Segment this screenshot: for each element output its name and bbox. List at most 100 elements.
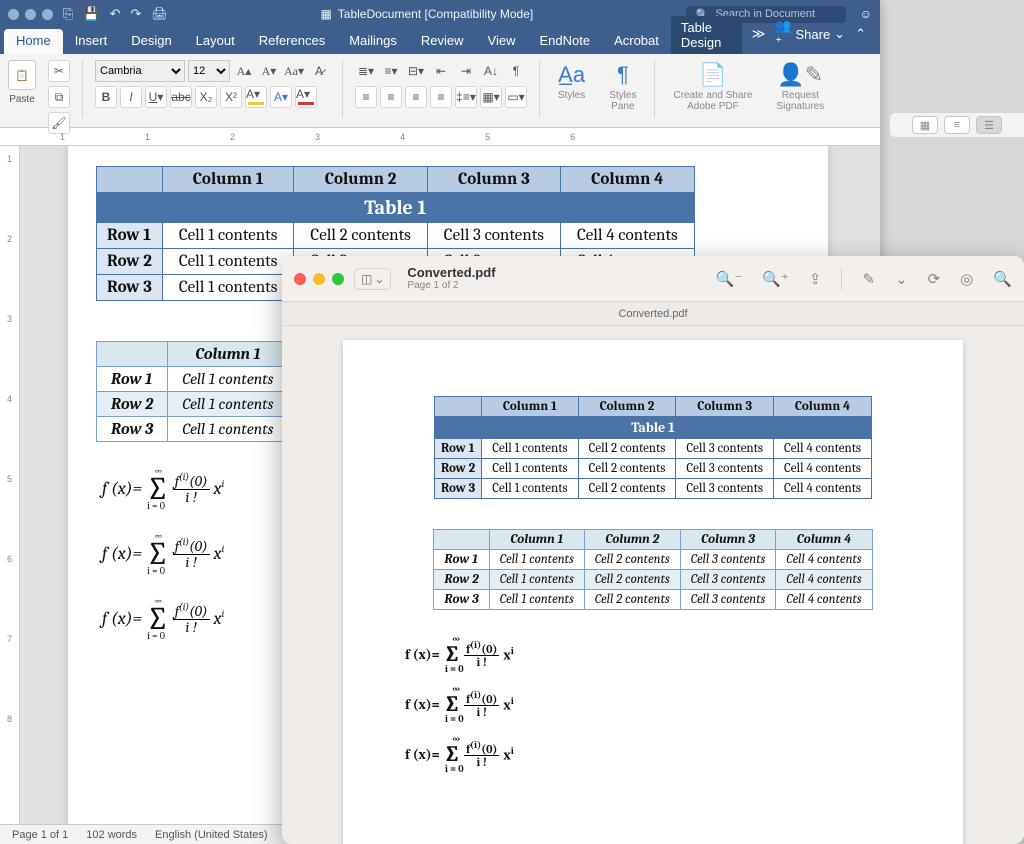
line-spacing-button[interactable]: ‡≡▾ bbox=[455, 86, 477, 108]
doc-icon: ▦ bbox=[320, 7, 331, 21]
underline-button[interactable]: U▾ bbox=[145, 86, 167, 108]
justify-button[interactable]: ≡ bbox=[430, 86, 452, 108]
styles-icon: A̲a bbox=[558, 62, 585, 88]
shading-button[interactable]: ▦▾ bbox=[480, 86, 502, 108]
tab-home[interactable]: Home bbox=[4, 29, 63, 54]
tab-insert[interactable]: Insert bbox=[63, 29, 120, 54]
tab-design[interactable]: Design bbox=[119, 29, 183, 54]
borders-button[interactable]: ▭▾ bbox=[505, 86, 527, 108]
list-view-button[interactable]: ≡ bbox=[944, 116, 970, 134]
view-mode-panel: ▦ ≡ ☰ bbox=[889, 112, 1024, 138]
redo-icon[interactable]: ↷ bbox=[131, 6, 142, 22]
increase-indent-button[interactable]: ⇥ bbox=[455, 60, 477, 82]
sidebar-icon: ◫ bbox=[361, 272, 372, 286]
pdf-formula-2: f (x)= ∑∞i = 0 f(i)(0)i ! xi bbox=[405, 690, 941, 718]
multilevel-button[interactable]: ⊟▾ bbox=[405, 60, 427, 82]
window-controls[interactable] bbox=[8, 9, 53, 20]
text-effects-button[interactable]: A▾ bbox=[270, 86, 292, 108]
preview-titlebar: ◫ ⌄ Converted.pdf Page 1 of 2 🔍⁻ 🔍⁺ ⇪ ✎ … bbox=[282, 256, 1024, 302]
tab-acrobat[interactable]: Acrobat bbox=[602, 29, 671, 54]
markup-icon[interactable]: ✎ bbox=[862, 270, 875, 288]
tab-references[interactable]: References bbox=[247, 29, 337, 54]
change-case-button[interactable]: Aa▾ bbox=[283, 60, 305, 82]
bullets-button[interactable]: ≣▾ bbox=[355, 60, 377, 82]
superscript-button[interactable]: X² bbox=[220, 86, 242, 108]
print-icon[interactable]: 🖨 bbox=[151, 6, 168, 22]
ribbon-collapse-icon[interactable]: ⌃ bbox=[855, 26, 866, 42]
italic-button[interactable]: I bbox=[120, 86, 142, 108]
save-icon[interactable]: 💾 bbox=[83, 6, 99, 22]
pdf-table-2: Column 1Column 2Column 3Column 4 Row 1Ce… bbox=[433, 529, 872, 610]
font-name-select[interactable]: Cambria bbox=[95, 60, 185, 82]
preview-title: Converted.pdf bbox=[407, 266, 495, 280]
status-lang[interactable]: English (United States) bbox=[155, 829, 268, 841]
strikethrough-button[interactable]: abc bbox=[170, 86, 192, 108]
chevron-down-icon: ⌄ bbox=[374, 272, 384, 286]
align-left-button[interactable]: ≡ bbox=[355, 86, 377, 108]
pdf-page[interactable]: Table 1 Column 1Column 2Column 3Column 4… bbox=[343, 340, 963, 844]
tab-review[interactable]: Review bbox=[409, 29, 476, 54]
subscript-button[interactable]: X₂ bbox=[195, 86, 217, 108]
rotate-icon[interactable]: ⟳ bbox=[928, 270, 941, 288]
sort-button[interactable]: A↓ bbox=[480, 60, 502, 82]
show-marks-button[interactable]: ¶ bbox=[505, 60, 527, 82]
increase-font-button[interactable]: A▴ bbox=[233, 60, 255, 82]
font-color-button[interactable]: A▾ bbox=[295, 86, 317, 108]
bold-button[interactable]: B bbox=[95, 86, 117, 108]
tab-table-design[interactable]: Table Design bbox=[671, 16, 742, 54]
font-size-select[interactable]: 12 bbox=[188, 60, 230, 82]
highlight-button[interactable]: A▾ bbox=[245, 86, 267, 108]
styles-button[interactable]: A̲a Styles bbox=[552, 60, 591, 103]
cut-button[interactable]: ✂ bbox=[48, 60, 70, 82]
request-signatures-button[interactable]: 👤✎ Request Signatures bbox=[770, 60, 830, 114]
create-share-pdf-button[interactable]: 📄 Create and Share Adobe PDF bbox=[667, 60, 758, 114]
ribbon: 📋 Paste ✂ ⧉ 🖌 Cambria 12 A▴ A▾ Aa▾ A̷ B … bbox=[0, 54, 880, 128]
status-page[interactable]: Page 1 of 1 bbox=[12, 829, 68, 841]
paste-button[interactable]: 📋 bbox=[8, 60, 36, 90]
preview-subtitle: Page 1 of 2 bbox=[407, 280, 495, 291]
signature-icon: 👤✎ bbox=[777, 62, 823, 88]
pdf-icon: 📄 bbox=[699, 62, 726, 88]
numbering-button[interactable]: ≡▾ bbox=[380, 60, 402, 82]
share-icon[interactable]: ⇪ bbox=[809, 270, 822, 288]
undo-icon[interactable]: ↶ bbox=[110, 6, 121, 22]
search-icon[interactable]: 🔍 bbox=[993, 270, 1012, 288]
styles-pane-button[interactable]: ¶ Styles Pane bbox=[603, 60, 642, 114]
tab-mailings[interactable]: Mailings bbox=[337, 29, 409, 54]
chevron-down-icon[interactable]: ⌄ bbox=[895, 270, 908, 288]
share-icon: 👥⁺ bbox=[775, 18, 791, 50]
tab-endnote[interactable]: EndNote bbox=[527, 29, 602, 54]
format-painter-button[interactable]: 🖌 bbox=[48, 112, 70, 134]
table-2[interactable]: Column 1 Row 1Cell 1 contents Row 2Cell … bbox=[96, 341, 288, 442]
doc-title: TableDocument [Compatibility Mode] bbox=[338, 7, 533, 21]
pdf-table-1: Table 1 Column 1Column 2Column 3Column 4… bbox=[434, 396, 872, 499]
zoom-out-icon[interactable]: 🔍⁻ bbox=[716, 270, 743, 288]
zoom-in-icon[interactable]: 🔍⁺ bbox=[762, 270, 789, 288]
vertical-ruler[interactable]: 12345678 bbox=[0, 146, 20, 824]
preview-window: ◫ ⌄ Converted.pdf Page 1 of 2 🔍⁻ 🔍⁺ ⇪ ✎ … bbox=[282, 256, 1024, 844]
sidebar-toggle-button[interactable]: ◫ ⌄ bbox=[354, 268, 391, 290]
highlight-tool-icon[interactable]: ◎ bbox=[960, 270, 973, 288]
autosave-icon[interactable]: ⎘ bbox=[63, 6, 73, 22]
decrease-font-button[interactable]: A▾ bbox=[258, 60, 280, 82]
pdf-formula-1: f (x)= ∑∞i = 0 f(i)(0)i ! xi bbox=[405, 640, 941, 668]
column-view-button[interactable]: ☰ bbox=[976, 116, 1002, 134]
styles-pane-icon: ¶ bbox=[617, 62, 629, 88]
share-button[interactable]: 👥⁺ Share ⌄ bbox=[775, 18, 845, 50]
align-center-button[interactable]: ≡ bbox=[380, 86, 402, 108]
clear-format-button[interactable]: A̷ bbox=[308, 60, 330, 82]
decrease-indent-button[interactable]: ⇤ bbox=[430, 60, 452, 82]
pdf-formula-3: f (x)= ∑∞i = 0 f(i)(0)i ! xi bbox=[405, 740, 941, 768]
chevron-down-icon: ⌄ bbox=[834, 26, 845, 42]
tab-view[interactable]: View bbox=[476, 29, 528, 54]
copy-button[interactable]: ⧉ bbox=[48, 86, 70, 108]
tab-layout[interactable]: Layout bbox=[184, 29, 247, 54]
ribbon-tabs: Home Insert Design Layout References Mai… bbox=[0, 28, 880, 54]
status-words[interactable]: 102 words bbox=[86, 829, 137, 841]
overflow-icon[interactable]: ≫ bbox=[752, 26, 766, 42]
grid-view-button[interactable]: ▦ bbox=[912, 116, 938, 134]
align-right-button[interactable]: ≡ bbox=[405, 86, 427, 108]
preview-tab[interactable]: Converted.pdf bbox=[282, 302, 1024, 326]
horizontal-ruler[interactable]: 1123456 bbox=[0, 128, 880, 146]
window-controls[interactable] bbox=[294, 273, 344, 285]
